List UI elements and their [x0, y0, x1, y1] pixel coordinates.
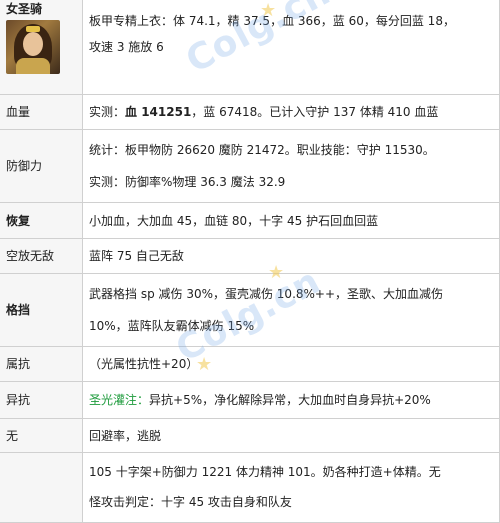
row-content-hp: 实测：血 141251，蓝 67418。已计入守护 137 体精 410 血蓝	[82, 94, 500, 130]
row-content-resist: （光属性抗性+20）	[82, 346, 500, 382]
table-row: 防御力 统计：板甲物防 26620 魔防 21472。职业技能：守护 11530…	[0, 129, 500, 203]
table-row: 恢复 小加血，大加血 45，血链 80，十字 45 护石回血回蓝	[0, 202, 500, 239]
hero-stats-line2: 攻速 3 施放 6	[89, 40, 164, 54]
row-label-defense: 防御力	[0, 129, 83, 203]
table-row: 异抗 圣光灌注：异抗+5%，净化解除异常，大加血时自身异抗+20%	[0, 381, 500, 419]
row-label-hp: 血量	[0, 94, 83, 130]
hero-portrait	[6, 20, 60, 74]
row-label-last	[0, 452, 83, 523]
table-row: 血量 实测：血 141251，蓝 67418。已计入守护 137 体精 410 …	[0, 94, 500, 130]
table-row: 105 十字架+防御力 1221 体力精神 101。奶各种打造+体精。无 怪攻击…	[0, 452, 500, 523]
row-label-invincible: 空放无敌	[0, 238, 83, 274]
table-row: 格挡 武器格挡 sp 减伤 30%，蛋壳减伤 10.8%++，圣歌、大加血减伤 …	[0, 273, 500, 347]
row-content-recovery: 小加血，大加血 45，血链 80，十字 45 护石回血回蓝	[82, 202, 500, 239]
defense-line1: 统计：板甲物防 26620 魔防 21472。职业技能：守护 11530。	[89, 143, 435, 157]
block-line1: 武器格挡 sp 减伤 30%，蛋壳减伤 10.8%++，圣歌、大加血减伤	[89, 287, 444, 301]
hp-value: 血 141251	[125, 105, 192, 119]
hero-stats-line1: 板甲专精上衣：体 74.1，精 37.5，血 366，蓝 60，每分回蓝 18，	[89, 14, 455, 28]
hero-name: 女圣骑	[6, 2, 43, 16]
defense-line2: 实测：防御率%物理 36.3 魔法 32.9	[89, 175, 286, 189]
block-line2: 10%，蓝阵队友霸体减伤 15%	[89, 319, 255, 333]
row-label-status-resist: 异抗	[0, 381, 83, 419]
table-row: 无 回避率，逃脱	[0, 418, 500, 453]
hero-stats-table: 女圣骑 板甲专精上衣：体 74.1，精 37.5，血 366，蓝 60，每分回蓝…	[0, 0, 500, 523]
row-content-status-resist: 圣光灌注：异抗+5%，净化解除异常，大加血时自身异抗+20%	[82, 381, 500, 419]
hp-prefix: 实测：	[89, 105, 126, 119]
table-row: 女圣骑 板甲专精上衣：体 74.1，精 37.5，血 366，蓝 60，每分回蓝…	[0, 0, 500, 95]
row-content-last: 105 十字架+防御力 1221 体力精神 101。奶各种打造+体精。无 怪攻击…	[82, 452, 500, 523]
hero-stats-cell: 板甲专精上衣：体 74.1，精 37.5，血 366，蓝 60，每分回蓝 18，…	[82, 0, 500, 95]
table-row: 空放无敌 蓝阵 75 自己无敌	[0, 238, 500, 274]
status-resist-text: 异抗+5%，净化解除异常，大加血时自身异抗+20%	[149, 393, 431, 407]
table-row: 属抗 （光属性抗性+20）	[0, 346, 500, 382]
row-label-recovery: 恢复	[0, 202, 83, 239]
last-line1: 105 十字架+防御力 1221 体力精神 101。奶各种打造+体精。无	[89, 465, 441, 479]
row-label-block: 格挡	[0, 273, 83, 347]
hp-suffix: ，蓝 67418。已计入守护 137 体精 410 血蓝	[191, 105, 439, 119]
row-content-invincible: 蓝阵 75 自己无敌	[82, 238, 500, 274]
row-label-resist: 属抗	[0, 346, 83, 382]
row-content-block: 武器格挡 sp 减伤 30%，蛋壳减伤 10.8%++，圣歌、大加血减伤 10%…	[82, 273, 500, 347]
hero-cell: 女圣骑	[0, 0, 83, 95]
row-content-defense: 统计：板甲物防 26620 魔防 21472。职业技能：守护 11530。 实测…	[82, 129, 500, 203]
status-resist-skill: 圣光灌注：	[89, 393, 150, 407]
row-label-none: 无	[0, 418, 83, 453]
row-content-none: 回避率，逃脱	[82, 418, 500, 453]
